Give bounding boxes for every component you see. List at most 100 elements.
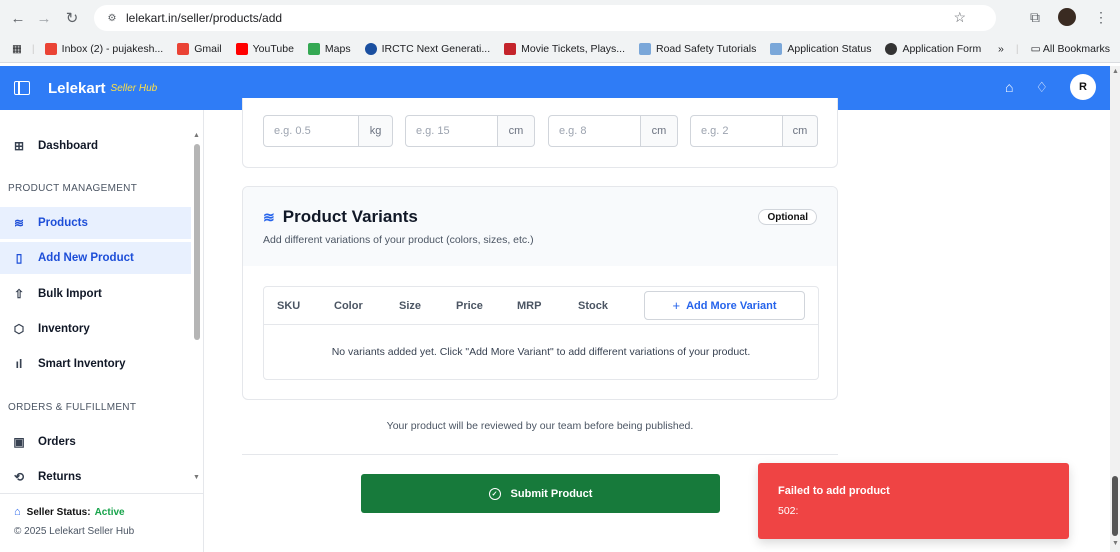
box-icon: ⬡ <box>13 322 25 336</box>
error-toast[interactable]: Failed to add product 502: <box>758 463 1069 539</box>
add-more-variant-button[interactable]: + Add More Variant <box>644 291 805 320</box>
scroll-up-icon[interactable]: ▲ <box>193 132 200 139</box>
variants-title: ≋ Product Variants <box>263 207 418 226</box>
maps-icon <box>307 42 320 55</box>
upload-icon: ⇧ <box>13 287 25 301</box>
bookmyshow-icon <box>504 42 517 55</box>
site-info-icon[interactable]: ⚙ <box>104 10 120 26</box>
submit-product-button[interactable]: ✓ Submit Product <box>361 474 720 513</box>
check-circle-icon: ✓ <box>488 487 501 500</box>
optional-badge: Optional <box>758 209 817 225</box>
url-text[interactable]: lelekart.in/seller/products/add <box>126 11 282 25</box>
store-icon[interactable]: ⌂ <box>1005 79 1013 95</box>
more-bookmarks-button[interactable]: » <box>998 43 1004 55</box>
length-field: e.g. 15 cm <box>405 115 535 147</box>
layers-icon: ≋ <box>13 216 25 230</box>
clipboard-icon: ▣ <box>13 435 25 449</box>
width-field: e.g. 8 cm <box>548 115 678 147</box>
section-heading: ORDERS & FULFILLMENT <box>8 402 137 413</box>
length-input[interactable]: e.g. 15 <box>405 115 498 147</box>
brand-logo[interactable]: Lelekart <box>48 80 106 97</box>
layers-icon: ≋ <box>263 208 275 225</box>
sidebar-item-inventory[interactable]: ⬡ Inventory <box>0 313 191 345</box>
sidebar-toggle-icon[interactable] <box>14 81 30 95</box>
bookmark-item[interactable]: Movie Tickets, Plays... <box>504 42 625 55</box>
empty-variants-message: No variants added yet. Click "Add More V… <box>331 346 751 358</box>
sidebar-item-dashboard[interactable]: ⊞ Dashboard <box>0 130 191 162</box>
divider <box>242 454 838 455</box>
dimensions-card: e.g. 0.5 kg e.g. 15 cm e.g. 8 cm e.g. 2 … <box>242 98 838 168</box>
height-field: e.g. 2 cm <box>690 115 818 147</box>
bookmarks-overflow: » | ▭ All Bookmarks <box>998 35 1110 63</box>
unit-label: cm <box>498 115 535 147</box>
sidebar-item-products[interactable]: ≋ Products <box>0 207 191 239</box>
column-header-mrp: MRP <box>517 300 542 312</box>
column-header-sku: SKU <box>277 300 301 312</box>
sidebar-item-add-new-product[interactable]: ▯ Add New Product <box>0 242 191 274</box>
bookmark-item[interactable]: Application Status <box>770 42 871 55</box>
divider: | <box>31 42 35 55</box>
sidebar-scroll-thumb[interactable] <box>194 144 200 340</box>
width-input[interactable]: e.g. 8 <box>548 115 641 147</box>
weight-input[interactable]: e.g. 0.5 <box>263 115 359 147</box>
bar-chart-icon: ıl <box>15 357 23 371</box>
unit-label: cm <box>641 115 678 147</box>
extension-area: ⧉ ⋮ <box>1030 8 1108 26</box>
bookmark-item[interactable]: Inbox (2) - pujakesh... <box>44 42 163 55</box>
divider: | <box>1015 43 1019 55</box>
reload-icon[interactable]: ↻ <box>62 8 82 28</box>
sidebar-item-smart-inventory[interactable]: ıl Smart Inventory <box>0 348 191 380</box>
status-badge: Active <box>94 506 125 518</box>
page-scrollbar[interactable]: ▲ ▼ <box>1110 66 1120 552</box>
variants-table-header: SKU Color Size Price MRP Stock + Add Mor… <box>264 287 818 325</box>
column-header-color: Color <box>334 300 363 312</box>
address-bar[interactable]: ⚙ lelekart.in/seller/products/add ☆ <box>94 5 996 31</box>
bookmark-item[interactable]: Road Safety Tutorials <box>639 42 756 55</box>
user-avatar[interactable]: R <box>1070 74 1096 100</box>
scroll-down-icon[interactable]: ▼ <box>193 474 200 481</box>
sidebar-item-returns[interactable]: ⟲ Returns <box>0 461 191 493</box>
bookmark-item[interactable]: Application Form <box>885 42 981 55</box>
back-icon[interactable]: ← <box>8 8 28 28</box>
bookmark-star-icon[interactable]: ☆ <box>953 9 966 26</box>
bookmark-icon: ▯ <box>15 251 23 265</box>
store-icon: ⌂ <box>14 506 21 518</box>
menu-icon[interactable]: ⋮ <box>1094 9 1108 26</box>
seller-status: ⌂ Seller Status: Active <box>14 506 125 518</box>
site-icon <box>639 42 651 55</box>
extensions-icon[interactable]: ⧉ <box>1030 9 1040 26</box>
variants-header: ≋ Product Variants Add different variati… <box>243 187 837 266</box>
brand-subtitle: Seller Hub <box>110 82 158 94</box>
sidebar-scrollbar[interactable]: ▲ ▼ <box>193 132 201 482</box>
column-header-size: Size <box>399 300 422 312</box>
scroll-up-icon[interactable]: ▲ <box>1112 68 1119 75</box>
review-note: Your product will be reviewed by our tea… <box>386 420 694 432</box>
toast-title: Failed to add product <box>778 485 890 497</box>
header-actions: ⌂ ♢ R <box>1005 74 1096 100</box>
bookmark-item[interactable]: IRCTC Next Generati... <box>364 42 490 55</box>
all-bookmarks-button[interactable]: ▭ All Bookmarks <box>1031 43 1110 55</box>
plus-icon: + <box>672 298 681 313</box>
column-header-price: Price <box>456 300 483 312</box>
grid-icon: ⊞ <box>13 139 25 153</box>
variants-subtitle: Add different variations of your product… <box>263 234 534 246</box>
bookmark-item[interactable]: Maps <box>307 42 351 55</box>
toast-message: 502: <box>778 505 799 517</box>
bookmark-item[interactable]: Gmail <box>177 42 222 55</box>
sidebar-footer: ⌂ Seller Status: Active © 2025 Lelekart … <box>0 493 204 552</box>
globe-icon <box>885 42 898 55</box>
apps-icon[interactable]: ▦ <box>12 43 22 55</box>
sidebar-item-bulk-import[interactable]: ⇧ Bulk Import <box>0 278 191 310</box>
copyright: © 2025 Lelekart Seller Hub <box>14 526 135 537</box>
section-heading: PRODUCT MANAGEMENT <box>8 183 138 194</box>
bookmark-item[interactable]: YouTube <box>235 42 294 55</box>
scroll-down-icon[interactable]: ▼ <box>1112 540 1119 547</box>
page-scroll-thumb[interactable] <box>1112 476 1118 536</box>
site-icon <box>770 42 783 55</box>
profile-avatar[interactable] <box>1058 8 1076 26</box>
forward-icon[interactable]: → <box>34 8 54 28</box>
height-input[interactable]: e.g. 2 <box>690 115 783 147</box>
sidebar-item-orders[interactable]: ▣ Orders <box>0 426 191 458</box>
folder-icon: ▭ <box>1030 43 1043 55</box>
bell-icon[interactable]: ♢ <box>1035 79 1048 96</box>
